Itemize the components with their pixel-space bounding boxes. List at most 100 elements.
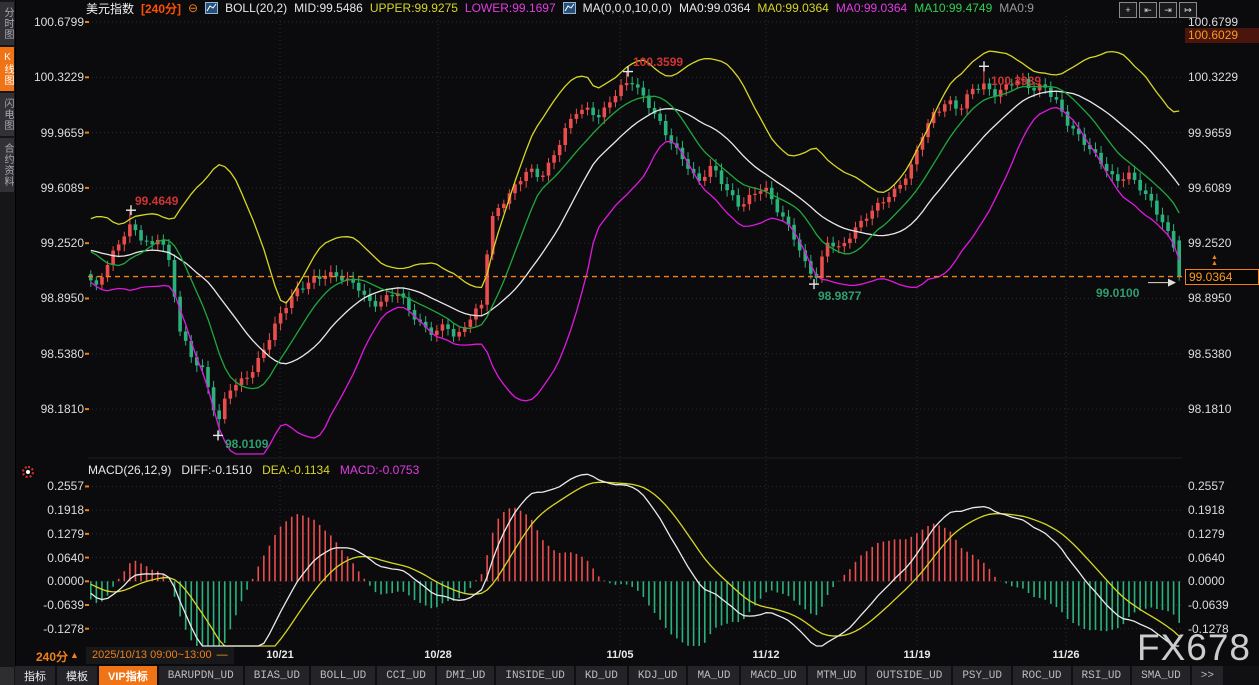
app-window: 分时图 K线图 闪电图 合约资料 美元指数 [240分] ⊖ BOLL(20,2…	[0, 0, 1259, 685]
macd-diff-value: DIFF:-0.1510	[181, 463, 252, 477]
current-price-badge: 99.0364	[1185, 269, 1259, 285]
range-dash: —	[217, 649, 228, 661]
footer-period-label[interactable]: 240分	[36, 648, 68, 665]
indicator-tab[interactable]: KD_UD	[576, 666, 627, 685]
indicator-tab[interactable]: 模板	[57, 666, 97, 685]
indicator-tab[interactable]: PSY_UD	[953, 666, 1011, 685]
price-axis-label: 98.1810	[22, 402, 84, 416]
indicator-tab[interactable]: DMI_UD	[437, 666, 495, 685]
sidebar-item-lightning[interactable]: 闪电图	[0, 93, 14, 136]
low-annotation: 99.0100	[1096, 286, 1139, 300]
indicator-tab[interactable]: BOLL_UD	[311, 666, 375, 685]
chart-toolbar: + ⇤ ⇥ ↦	[1119, 2, 1197, 18]
macd-axis-label: 0.1279	[1188, 527, 1225, 541]
price-axis-label: 100.3229	[22, 70, 84, 84]
date-axis-label: 11/05	[607, 649, 634, 661]
chart-canvas[interactable]	[0, 0, 1259, 685]
low-annotation: 98.0109	[225, 437, 268, 451]
price-axis-label: 98.1810	[1188, 402, 1231, 416]
price-axis-label: 99.9659	[22, 126, 84, 140]
boll-lower-value: LOWER:99.1697	[465, 1, 556, 15]
macd-axis-label: -0.0639	[22, 598, 84, 612]
axis-right-icon[interactable]: ⇥	[1159, 2, 1177, 18]
sidebar-item-timeline[interactable]: 分时图	[0, 2, 14, 45]
pan-icon[interactable]: +	[1119, 2, 1137, 18]
axis-shift-icon[interactable]: ↦	[1179, 2, 1197, 18]
macd-axis-label: -0.1278	[22, 622, 84, 636]
price-axis-label: 100.3229	[1188, 70, 1238, 84]
indicator-tab[interactable]: SMA_UD	[1132, 666, 1190, 685]
indicator-tab[interactable]: INSIDE_UD	[496, 666, 573, 685]
collapse-icon[interactable]: ⊖	[188, 2, 198, 14]
price-axis-label: 98.8950	[1188, 291, 1231, 305]
high-annotation: 99.4649	[135, 194, 178, 208]
sidebar-corner	[0, 667, 14, 685]
price-axis-label: 98.8950	[22, 291, 84, 305]
sidebar-item-contract-info[interactable]: 合约资料	[0, 138, 14, 192]
ma0-value-1: MA0:99.0364	[679, 1, 750, 15]
macd-axis-label: -0.0639	[1188, 598, 1229, 612]
macd-title: MACD(26,12,9)	[88, 463, 171, 477]
period-label: [240分]	[141, 0, 181, 16]
indicator-tab[interactable]: ROC_UD	[1013, 666, 1071, 685]
macd-axis-label: 0.1279	[22, 527, 84, 541]
date-axis-label: 11/26	[1053, 649, 1080, 661]
price-axis-label: 98.5380	[22, 347, 84, 361]
ma-label: MA(0,0,0,10,0,0)	[583, 1, 672, 15]
chart-type-sidebar: 分时图 K线图 闪电图 合约资料	[0, 0, 16, 685]
indicator-tab[interactable]: BARUPDN_UD	[159, 666, 243, 685]
indicator-header: 美元指数 [240分] ⊖ BOLL(20,2) MID:99.5486 UPP…	[86, 0, 1122, 16]
indicator-tab[interactable]: CCI_UD	[377, 666, 435, 685]
price-axis-label: 100.6799	[22, 15, 84, 29]
price-axis-label: 99.2520	[1188, 236, 1231, 250]
indicator-settings-icon[interactable]	[22, 466, 34, 478]
price-axis-label: 99.9659	[1188, 126, 1231, 140]
ma-chart-icon[interactable]	[563, 2, 576, 14]
ma-extra-value: MA0:9	[999, 1, 1034, 15]
low-annotation: 98.9877	[818, 289, 861, 303]
date-axis-label: 10/28	[424, 649, 452, 661]
price-up-arrows-icon: ▲▲	[1211, 255, 1218, 267]
axis-left-icon[interactable]: ⇤	[1139, 2, 1157, 18]
ma10-value: MA10:99.4749	[914, 1, 992, 15]
macd-axis-label: 0.2557	[1188, 479, 1225, 493]
candle-time-range: 2025/10/13 09:00~13:00—	[86, 647, 234, 664]
ma0-value-2: MA0:99.0364	[757, 1, 828, 15]
indicator-tab[interactable]: MACD_UD	[741, 666, 805, 685]
high-price-badge: 100.6029	[1185, 28, 1259, 43]
ma0-value-3: MA0:99.0364	[836, 1, 907, 15]
macd-dea-value: DEA:-0.1134	[262, 463, 330, 477]
high-annotation: 100.3599	[633, 55, 683, 69]
indicator-tab[interactable]: VIP指标	[99, 666, 157, 685]
macd-axis-label: 0.0000	[1188, 574, 1225, 588]
macd-axis-label: 0.2557	[22, 479, 84, 493]
macd-macd-value: MACD:-0.0753	[340, 463, 419, 477]
sidebar-item-kline[interactable]: K线图	[0, 47, 14, 91]
macd-axis-label: 0.0640	[22, 551, 84, 565]
indicator-tab[interactable]: RSI_UD	[1073, 666, 1131, 685]
indicator-tab[interactable]: OUTSIDE_UD	[867, 666, 951, 685]
indicator-tab[interactable]: 指标	[15, 666, 55, 685]
boll-chart-icon[interactable]	[205, 2, 218, 14]
symbol-title: 美元指数	[86, 0, 134, 16]
tabs-overflow-button[interactable]: >>	[1192, 666, 1223, 685]
boll-label: BOLL(20,2)	[225, 1, 287, 15]
indicator-tab[interactable]: MA_UD	[688, 666, 739, 685]
date-axis-label: 10/21	[266, 649, 294, 661]
price-axis-label: 99.6089	[22, 181, 84, 195]
macd-axis-label: 0.1918	[22, 503, 84, 517]
footer-period-arrow-icon[interactable]: ▲	[70, 650, 79, 660]
price-axis-label: 99.2520	[22, 236, 84, 250]
boll-upper-value: UPPER:99.9275	[370, 1, 458, 15]
indicator-tab[interactable]: KDJ_UD	[629, 666, 687, 685]
price-axis-label: 99.6089	[1188, 181, 1231, 195]
price-axis-label: 98.5380	[1188, 347, 1231, 361]
macd-axis-label: 0.0000	[22, 574, 84, 588]
indicator-tab[interactable]: BIAS_UD	[245, 666, 309, 685]
indicator-tab[interactable]: MTM_UD	[808, 666, 866, 685]
macd-header: MACD(26,12,9) DIFF:-0.1510 DEA:-0.1134 M…	[88, 463, 419, 477]
date-axis-label: 11/19	[904, 649, 931, 661]
indicator-tab-bar: 指标模板VIP指标BARUPDN_UDBIAS_UDBOLL_UDCCI_UDD…	[15, 666, 1259, 685]
macd-axis-label: 0.0640	[1188, 551, 1225, 565]
boll-mid-value: MID:99.5486	[294, 1, 363, 15]
